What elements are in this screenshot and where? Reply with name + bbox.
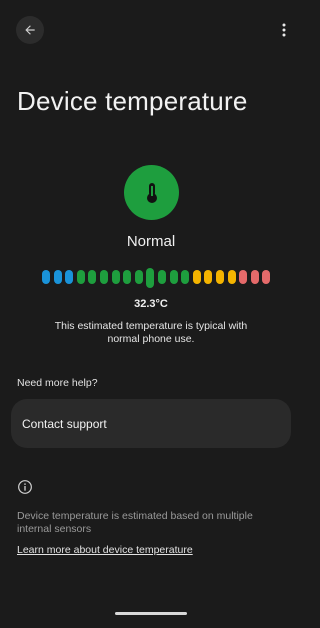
more-vert-icon [282, 23, 286, 37]
temperature-reading: 32.3°C [134, 298, 168, 310]
scale-segment [262, 270, 271, 284]
page-title: Device temperature [17, 86, 248, 116]
temperature-scale [42, 266, 271, 290]
scale-segment [123, 270, 132, 284]
scale-segment [42, 270, 50, 284]
scale-segment [53, 270, 62, 284]
scale-segment [100, 270, 108, 284]
info-icon [18, 480, 32, 494]
scale-segment [88, 270, 97, 284]
contact-support-label: Contact support [22, 416, 107, 431]
scale-segment [65, 270, 74, 284]
scale-segment [250, 270, 259, 284]
thermometer-icon [146, 182, 157, 203]
scale-segment [216, 270, 224, 284]
gesture-navigation-bar[interactable] [115, 612, 187, 615]
learn-more-link[interactable]: Learn more about device temperature [17, 544, 193, 556]
scale-segment [76, 270, 85, 284]
scale-segment-current [146, 268, 155, 288]
scale-segment [134, 270, 143, 284]
scale-segment [181, 270, 190, 284]
scale-segment [111, 270, 120, 284]
top-app-bar [16, 16, 294, 44]
scale-segment [204, 270, 213, 284]
temperature-status-badge [124, 165, 179, 220]
scale-segment [158, 270, 166, 284]
contact-support-button[interactable]: Contact support [11, 399, 291, 448]
scale-segment [169, 270, 178, 284]
scale-segment [192, 270, 201, 284]
temperature-status-label: Normal [126, 233, 176, 250]
more-options-button[interactable] [274, 16, 294, 44]
help-heading: Need more help? [17, 377, 98, 389]
scale-segment [227, 270, 236, 284]
scale-segment [239, 270, 248, 284]
temperature-description: This estimated temperature is typical wi… [54, 320, 248, 345]
estimation-note: Device temperature is estimated based on… [17, 510, 253, 535]
back-button[interactable] [16, 16, 44, 44]
arrow-back-icon [25, 25, 35, 35]
